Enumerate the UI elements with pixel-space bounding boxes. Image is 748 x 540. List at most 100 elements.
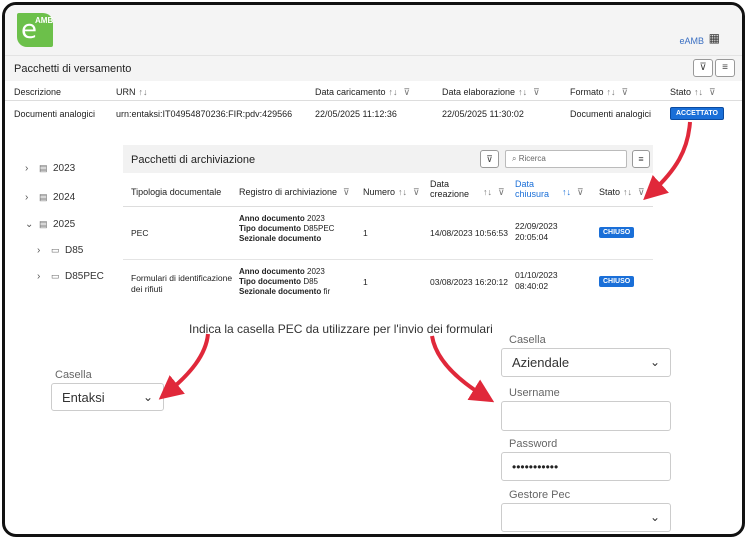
calendar-icon: ▤ [39,163,48,173]
sort-icon[interactable]: ↑↓ [623,187,632,197]
filter-icon[interactable]: ⊽ [622,87,629,97]
folder-icon: ▭ [51,245,60,255]
chevron-right-icon[interactable]: › [37,245,51,256]
app-frame: e AMB eAMB ▦ Pacchetti di versamento ⊽ ≡… [2,2,745,537]
password-field[interactable]: ••••••••••• [501,452,671,481]
sort-icon[interactable]: ↑↓ [562,187,571,197]
filter-icon[interactable]: ⊽ [638,187,645,197]
status-badge: CHIUSO [599,226,635,238]
username-field[interactable] [501,401,671,431]
password-label: Password [509,438,558,450]
cell-data-elaborazione: 22/05/2025 11:30:02 [442,109,524,119]
filter-icon[interactable]: ⊽ [533,87,540,97]
status-badge: ACCETTATO [670,107,724,120]
gestore-pec-select[interactable]: ⌄ [501,503,671,532]
col-registro[interactable]: Registro di archiviazione ⊽ [239,187,350,198]
right-casella-label: Casella [509,334,546,346]
cell-tipologia: Formulari di identificazione dei rifiuti [131,273,233,294]
chevron-down-icon[interactable]: ⌄ [25,219,39,230]
menu-icon: ≡ [722,62,728,73]
archive-panel: Pacchetti di archiviazione ⊽ ⌕ Ricerca ≡… [123,145,653,305]
sort-icon[interactable]: ↑↓ [398,187,407,197]
tree-item-2023[interactable]: › ▤ 2023 [25,163,75,174]
cell-numero: 1 [363,277,368,287]
top-bar: e AMB eAMB ▦ [5,5,742,55]
instruction-text: Indica la casella PEC da utilizzare per … [189,322,493,336]
cell-data-chiusura: 22/09/2023 20:05:04 [515,221,558,242]
chevron-right-icon[interactable]: › [25,192,39,203]
col-descrizione[interactable]: Descrizione [14,87,61,97]
filter-icon[interactable]: ⊽ [404,87,411,97]
cell-registro: Anno documento 2023 Tipo documento D85PE… [239,214,335,243]
sort-icon[interactable]: ↑↓ [483,187,492,197]
table-row[interactable]: Formulari di identificazione dei rifiuti… [123,261,653,305]
building-icon[interactable]: ▦ [709,31,720,45]
sort-icon[interactable]: ↑↓ [607,87,616,97]
col-stato[interactable]: Stato ↑↓ ⊽ [599,187,645,198]
col-data-elaborazione[interactable]: Data elaborazione ↑↓ ⊽ [442,87,540,98]
left-casella-label: Casella [55,369,92,381]
tree-item-2024[interactable]: › ▤ 2024 [25,192,75,203]
menu-icon: ≡ [638,154,644,164]
sort-icon[interactable]: ↑↓ [518,87,527,97]
col-data-chiusura-icons[interactable]: ↑↓ ⊽ [559,187,584,198]
tree-item-d85[interactable]: › ▭ D85 [37,245,83,256]
brand-label[interactable]: eAMB [679,36,704,46]
gestore-pec-label: Gestore Pec [509,489,571,501]
filter-button[interactable]: ⊽ [693,59,713,77]
cell-registro: Anno documento 2023 Tipo documento D85 S… [239,267,331,296]
cell-data-chiusura: 01/10/2023 08:40:02 [515,270,558,291]
table-row[interactable]: PEC Anno documento 2023 Tipo documento D… [123,208,653,260]
cell-descrizione: Documenti analogici [14,109,96,119]
right-casella-value: Aziendale [512,355,570,370]
filter-icon[interactable]: ⊽ [498,187,505,197]
username-label: Username [509,387,560,399]
col-data-creazione[interactable]: Data creazione [430,179,469,199]
chevron-right-icon[interactable]: › [37,271,51,282]
archive-header: Pacchetti di archiviazione ⊽ ⌕ Ricerca ≡ [123,145,653,173]
sort-icon[interactable]: ↑↓ [139,87,148,97]
cell-urn: urn:entaksi:IT04954870236:FIR:pdv:429566 [116,109,293,119]
table-header-row: Descrizione URN ↑↓ Data caricamento ↑↓ ⊽ Da… [5,81,742,101]
filter-icon: ⊽ [486,154,493,164]
filter-icon[interactable]: ⊽ [413,187,420,197]
filter-icon[interactable]: ⊽ [577,187,584,197]
menu-button[interactable]: ≡ [715,59,735,77]
col-data-caricamento[interactable]: Data caricamento ↑↓ ⊽ [315,87,410,98]
tree-item-2025[interactable]: ⌄ ▤ 2025 [25,219,75,230]
filter-icon[interactable]: ⊽ [709,87,716,97]
calendar-icon: ▤ [39,219,48,229]
chevron-down-icon: ⌄ [649,510,660,524]
search-icon: ⌕ [512,154,517,163]
cell-numero: 1 [363,228,368,238]
chevron-down-icon: ⌄ [142,390,153,404]
archive-header-row: Tipologia documentale Registro di archiv… [123,175,653,207]
col-stato[interactable]: Stato ↑↓ ⊽ [670,87,716,98]
page-title-bar: Pacchetti di versamento ⊽ ≡ [5,55,742,81]
cell-formato: Documenti analogici [570,109,652,119]
filter-icon[interactable]: ⊽ [343,187,350,197]
chevron-right-icon[interactable]: › [25,163,39,174]
col-formato[interactable]: Formato ↑↓ ⊽ [570,87,628,98]
status-badge: CHIUSO [599,275,635,287]
left-casella-value: Entaksi [62,390,105,405]
sort-icon[interactable]: ↑↓ [694,87,703,97]
left-casella-select[interactable]: Entaksi ⌄ [51,383,164,411]
col-data-creazione-icons[interactable]: ↑↓ ⊽ [480,187,505,198]
archive-search-input[interactable]: ⌕ Ricerca [505,150,627,168]
table-row[interactable]: Documenti analogici urn:entaksi:IT049548… [5,103,742,123]
sort-icon[interactable]: ↑↓ [389,87,398,97]
col-numero[interactable]: Numero ↑↓ ⊽ [363,187,420,198]
cell-tipologia: PEC [131,228,149,238]
eamb-logo[interactable]: e AMB [17,13,53,47]
archive-filter-button[interactable]: ⊽ [480,150,499,168]
col-tipologia[interactable]: Tipologia documentale [131,187,221,197]
search-placeholder: Ricerca [518,154,546,163]
cell-data-caricamento: 22/05/2025 11:12:36 [315,109,397,119]
cell-data-creazione: 14/08/2023 10:56:53 [430,228,508,238]
archive-menu-button[interactable]: ≡ [632,150,650,168]
right-casella-select[interactable]: Aziendale ⌄ [501,348,671,377]
col-data-chiusura[interactable]: Data chiusura [515,179,549,199]
col-urn[interactable]: URN ↑↓ [116,87,148,97]
tree-item-d85pec[interactable]: › ▭ D85PEC [37,271,104,282]
